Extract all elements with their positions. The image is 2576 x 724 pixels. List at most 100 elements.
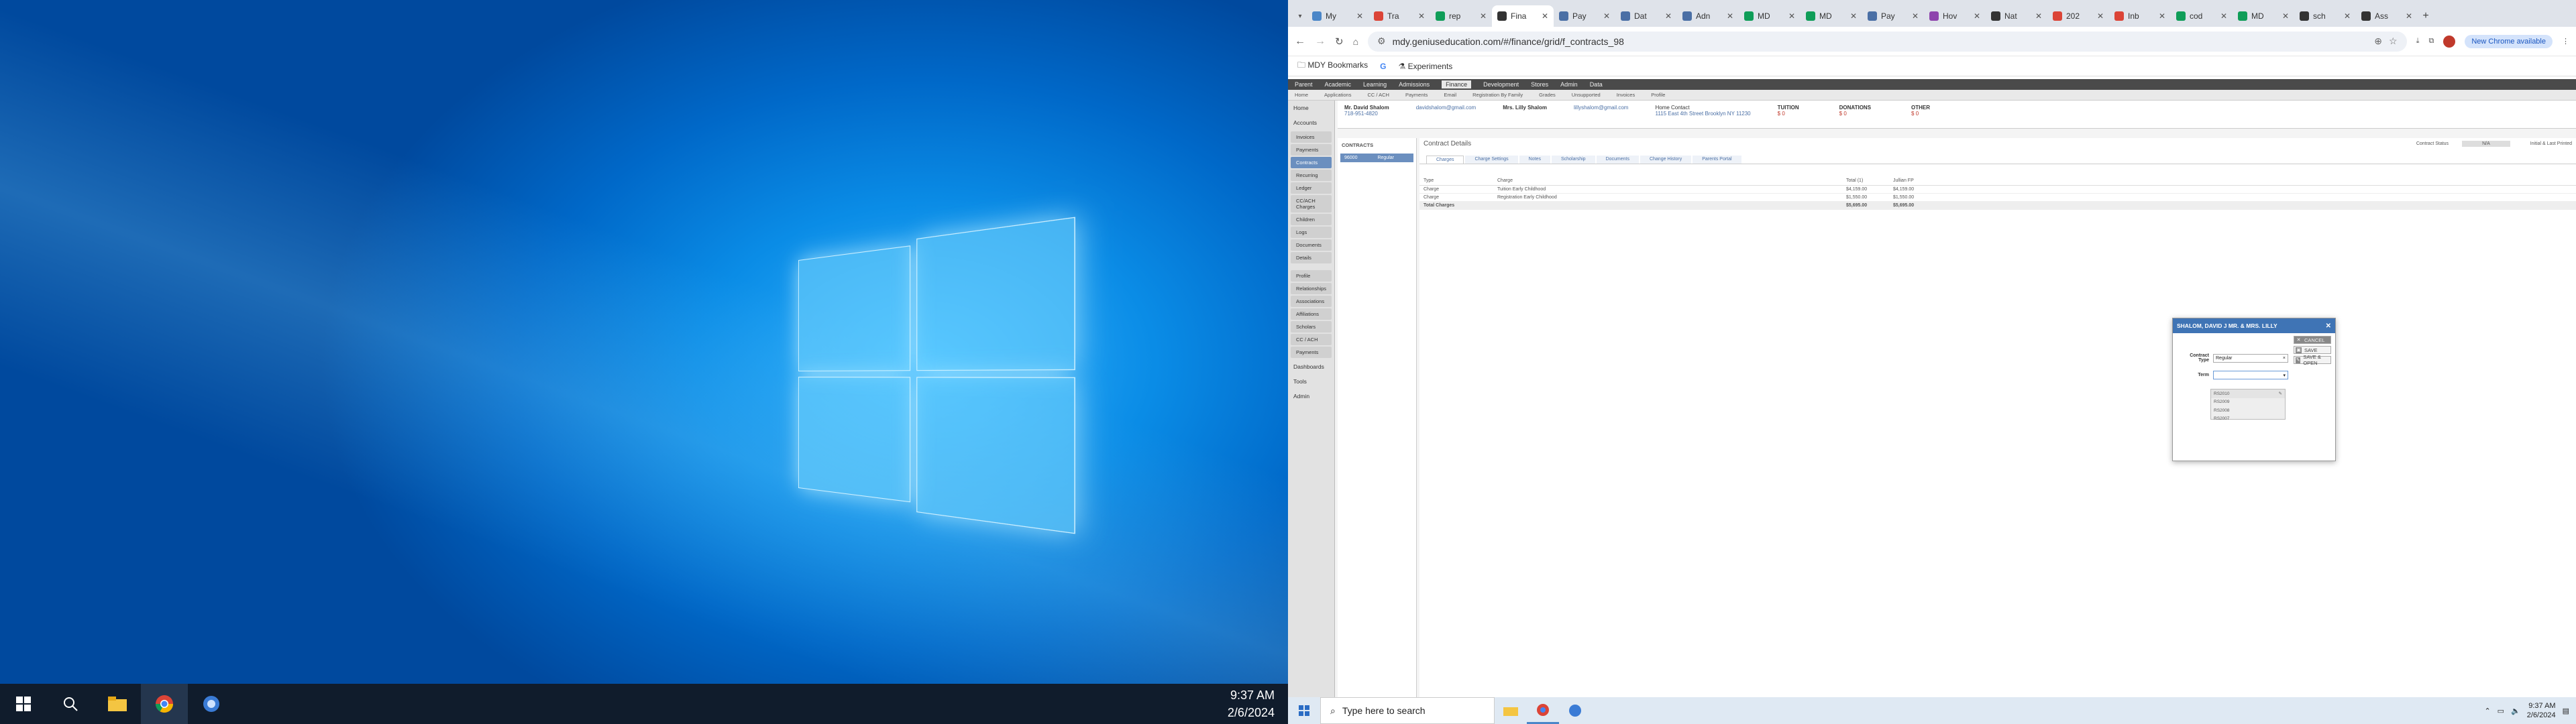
nav-item-data[interactable]: Data — [1590, 81, 1603, 88]
browser-tab[interactable]: Pay ✕ — [1554, 5, 1615, 27]
tab-close-icon[interactable]: ✕ — [2097, 11, 2104, 21]
bookmark-experiments[interactable]: ⚗ Experiments — [1399, 62, 1453, 71]
sidebar-item-profile[interactable]: Profile — [1291, 270, 1332, 282]
subnav-item[interactable]: Registration By Family — [1472, 92, 1523, 98]
browser-tab[interactable]: Ass ✕ — [2356, 5, 2418, 27]
sidebar-item-relationships[interactable]: Relationships — [1291, 283, 1332, 294]
browser-tab[interactable]: My ✕ — [1307, 5, 1368, 27]
parent1-email[interactable]: davidshalom@gmail.com — [1416, 105, 1477, 111]
sidebar-item-payments[interactable]: Payments — [1291, 347, 1332, 358]
term-option[interactable]: RS2007 — [2211, 415, 2285, 424]
tab-close-icon[interactable]: ✕ — [1665, 11, 1672, 21]
tab-close-icon[interactable]: ✕ — [2159, 11, 2165, 21]
download-icon[interactable]: ⤓ — [2416, 37, 2420, 46]
sidebar-item-affiliations[interactable]: Affiliations — [1291, 308, 1332, 320]
file-explorer-button[interactable] — [94, 684, 141, 724]
sidebar-item-contracts[interactable]: Contracts — [1291, 157, 1332, 168]
reload-icon[interactable]: ↻ — [1335, 36, 1344, 48]
subnav-item[interactable]: CC / ACH — [1367, 92, 1389, 98]
sidebar-accounts[interactable]: Accounts — [1288, 115, 1334, 130]
subnav-item[interactable]: Unsupported — [1572, 92, 1601, 98]
volume-icon[interactable]: 🔈 — [2511, 707, 2520, 715]
save-open-button[interactable]: ✎ SAVE & OPEN — [2294, 356, 2331, 364]
sidebar-item-associations[interactable]: Associations — [1291, 296, 1332, 307]
start-button[interactable] — [0, 684, 47, 724]
search-button[interactable] — [47, 684, 94, 724]
right-start-button[interactable] — [1288, 697, 1320, 724]
star-icon[interactable]: ☆ — [2389, 36, 2398, 47]
subnav-item[interactable]: Email — [1444, 92, 1456, 98]
right-remote-app-button[interactable] — [1559, 697, 1591, 724]
site-info-icon[interactable]: ⚙ — [1377, 36, 1386, 47]
nav-item-academic[interactable]: Academic — [1325, 81, 1352, 88]
subnav-item[interactable]: Applications — [1324, 92, 1351, 98]
table-row[interactable]: Total Charges $5,695.00 $5,695.00 — [1419, 202, 2576, 210]
bookmark-google[interactable]: G — [1380, 62, 1386, 71]
contract-row[interactable]: 96000 Regular — [1340, 154, 1413, 162]
tab-close-icon[interactable]: ✕ — [1603, 11, 1610, 21]
edit-pencil-icon[interactable]: ✎ — [2279, 391, 2282, 396]
sidebar-item-scholars[interactable]: Scholars — [1291, 321, 1332, 333]
nav-item-finance[interactable]: Finance — [1442, 80, 1471, 88]
cancel-button[interactable]: ✕ CANCEL — [2294, 336, 2331, 344]
profile-avatar[interactable] — [2443, 36, 2455, 48]
sidebar-item-invoices[interactable]: Invoices — [1291, 131, 1332, 143]
browser-tab[interactable]: Pay ✕ — [1862, 5, 1924, 27]
browser-tab[interactable]: Adn ✕ — [1677, 5, 1739, 27]
right-explorer-button[interactable] — [1495, 697, 1527, 724]
tab-close-icon[interactable]: ✕ — [1850, 11, 1857, 21]
sidebar-item-recurring[interactable]: Recurring — [1291, 170, 1332, 181]
remote-app-button[interactable] — [188, 684, 235, 724]
nav-item-development[interactable]: Development — [1483, 81, 1519, 88]
sidebar-item-payments[interactable]: Payments — [1291, 144, 1332, 156]
sidebar-home[interactable]: Home — [1288, 101, 1334, 115]
tab-close-icon[interactable]: ✕ — [1356, 11, 1363, 21]
back-icon[interactable]: ← — [1295, 36, 1305, 48]
tab-close-icon[interactable]: ✕ — [1418, 11, 1425, 21]
sidebar-item-documents[interactable]: Documents — [1291, 239, 1332, 251]
browser-tab[interactable]: Dat ✕ — [1615, 5, 1677, 27]
tab-change-history[interactable]: Change History — [1640, 156, 1691, 164]
contract-type-select[interactable]: Regular × — [2213, 354, 2288, 363]
chevron-down-icon[interactable]: ▾ — [2283, 373, 2286, 378]
tab-close-icon[interactable]: ✕ — [1788, 11, 1795, 21]
clear-icon[interactable]: × — [2283, 356, 2286, 361]
tab-close-icon[interactable]: ✕ — [2035, 11, 2042, 21]
browser-tab[interactable]: 202 ✕ — [2047, 5, 2109, 27]
tab-close-icon[interactable]: ✕ — [2220, 11, 2227, 21]
sidebar-item-children[interactable]: Children — [1291, 214, 1332, 225]
taskbar-search[interactable]: ⌕ Type here to search — [1320, 697, 1495, 724]
sidebar-item-cc-ach-charges[interactable]: CC/ACH Charges — [1291, 195, 1332, 213]
tab-charges[interactable]: Charges — [1426, 156, 1464, 164]
right-clock[interactable]: 9:37 AM 2/6/2024 — [2527, 701, 2556, 720]
tab-close-icon[interactable]: ✕ — [1542, 11, 1548, 21]
save-button[interactable]: ▣ SAVE — [2294, 346, 2331, 354]
sidebar-item-ledger[interactable]: Ledger — [1291, 182, 1332, 194]
browser-tab[interactable]: Fina ✕ — [1492, 5, 1554, 27]
notifications-icon[interactable]: ▤ — [2563, 707, 2569, 715]
subnav-item[interactable]: Payments — [1405, 92, 1428, 98]
browser-tab[interactable]: rep ✕ — [1430, 5, 1492, 27]
new-tab-icon[interactable]: + — [2418, 5, 2434, 27]
browser-tab[interactable]: Nat ✕ — [1986, 5, 2047, 27]
nav-item-learning[interactable]: Learning — [1363, 81, 1387, 88]
term-select[interactable]: ▾ — [2213, 371, 2288, 379]
right-chrome-button[interactable] — [1527, 697, 1559, 724]
tab-charge-settings[interactable]: Charge Settings — [1465, 156, 1517, 164]
parent1-name[interactable]: Mr. David Shalom — [1344, 105, 1389, 111]
subnav-item[interactable]: Profile — [1651, 92, 1665, 98]
browser-tab[interactable]: Hov ✕ — [1924, 5, 1986, 27]
browser-tab[interactable]: cod ✕ — [2171, 5, 2233, 27]
subnav-item[interactable]: Home — [1295, 92, 1308, 98]
parent2-email[interactable]: lillyshalom@gmail.com — [1574, 105, 1628, 111]
tab-close-icon[interactable]: ✕ — [2406, 11, 2412, 21]
tab-notes[interactable]: Notes — [1519, 156, 1550, 164]
sidebar-tools[interactable]: Tools — [1288, 374, 1334, 389]
browser-tab[interactable]: sch ✕ — [2294, 5, 2356, 27]
browser-tab[interactable]: Tra ✕ — [1368, 5, 1430, 27]
browser-tab[interactable]: MD ✕ — [1739, 5, 1801, 27]
nav-item-admin[interactable]: Admin — [1560, 81, 1578, 88]
subnav-item[interactable]: Grades — [1539, 92, 1556, 98]
tab-close-icon[interactable]: ✕ — [1727, 11, 1733, 21]
nav-item-parent[interactable]: Parent — [1295, 81, 1313, 88]
